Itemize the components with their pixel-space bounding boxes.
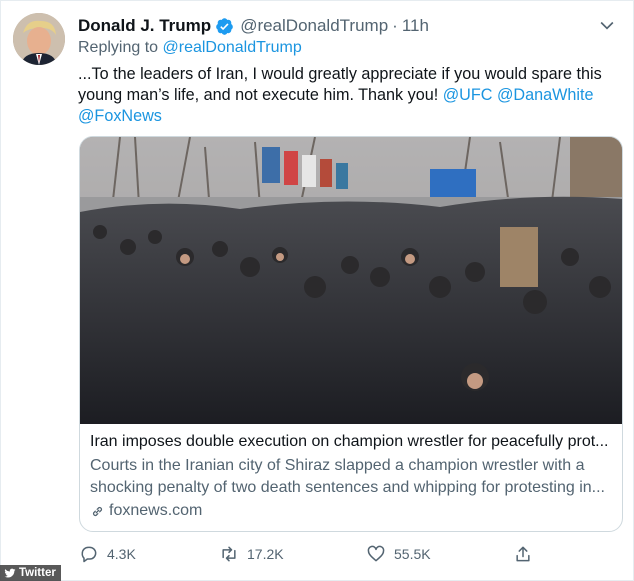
replying-handle-link[interactable]: @realDonaldTrump: [163, 39, 302, 56]
avatar-image: [13, 13, 65, 65]
retweet-count: 17.2K: [247, 546, 284, 562]
card-image[interactable]: [80, 137, 622, 424]
share-icon: [516, 546, 530, 562]
replying-to: Replying to @realDonaldTrump: [78, 39, 302, 57]
tweet-actions: 4.3K 17.2K 55.5K: [79, 544, 549, 568]
card-domain-text: foxnews.com: [109, 502, 203, 519]
watermark-label: Twitter: [19, 567, 56, 579]
chevron-down-icon[interactable]: [597, 15, 617, 35]
mention-foxnews[interactable]: @FoxNews: [78, 107, 162, 125]
tweet-header: Donald J. Trump @realDonaldTrump · 11h: [78, 14, 429, 38]
card-domain[interactable]: foxnews.com: [90, 502, 614, 520]
verified-badge-icon: [215, 17, 234, 36]
link-preview-card[interactable]: Iran imposes double execution on champio…: [79, 136, 623, 532]
card-title[interactable]: Iran imposes double execution on champio…: [90, 431, 614, 453]
mention-ufc[interactable]: @UFC: [443, 86, 493, 104]
link-icon: [92, 506, 103, 516]
twitter-watermark: Twitter: [0, 565, 61, 581]
card-description: Courts in the Iranian city of Shiraz sla…: [90, 457, 605, 496]
author-handle[interactable]: @realDonaldTrump: [240, 16, 388, 36]
retweet-button[interactable]: 17.2K: [219, 544, 284, 564]
card-text: Iran imposes double execution on champio…: [90, 431, 614, 520]
share-button[interactable]: [513, 544, 541, 564]
tweet-text: ...To the leaders of Iran, I would great…: [78, 64, 618, 127]
separator-dot: ·: [392, 16, 398, 35]
reply-icon: [81, 546, 97, 563]
tweet[interactable]: Donald J. Trump @realDonaldTrump · 11h R…: [0, 0, 634, 581]
avatar[interactable]: [13, 13, 65, 65]
like-count: 55.5K: [394, 546, 431, 562]
heart-icon: [367, 545, 385, 562]
retweet-icon: [222, 546, 236, 562]
like-button[interactable]: 55.5K: [366, 544, 431, 564]
twitter-bird-icon: [4, 568, 16, 578]
tweet-timestamp[interactable]: 11h: [402, 16, 429, 36]
replying-prefix: Replying to: [78, 39, 159, 56]
author-name[interactable]: Donald J. Trump: [78, 16, 211, 36]
reply-button[interactable]: 4.3K: [79, 544, 136, 564]
reply-count: 4.3K: [107, 546, 136, 562]
mention-danawhite[interactable]: @DanaWhite: [497, 86, 594, 104]
